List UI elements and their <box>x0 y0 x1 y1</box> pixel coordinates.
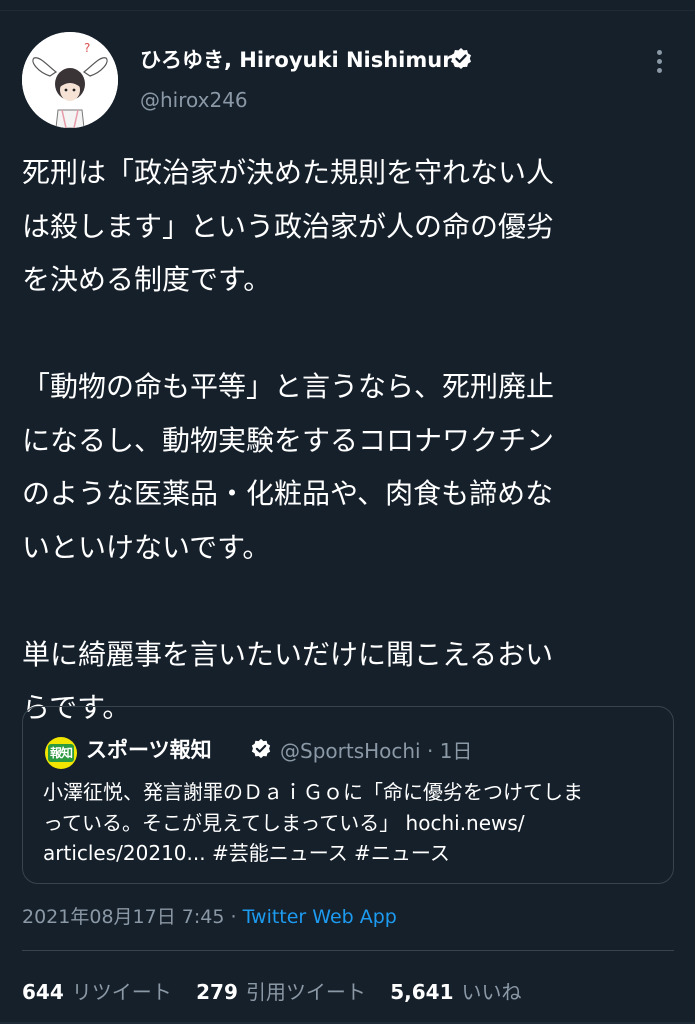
quoted-tweet-text: 小澤征悦、発言謝罪のＤａｉＧｏに「命に優劣をつけてしま っている。そこが見えてし… <box>43 777 663 869</box>
tweet-line: になるし、動物実験をするコロナワクチン <box>22 423 555 457</box>
tweet-line <box>22 574 672 628</box>
quote-tweets-count: 279 <box>196 980 238 1004</box>
likes-label: いいね <box>461 980 522 1004</box>
top-divider <box>0 10 695 11</box>
quote-tweets-label: 引用ツイート <box>245 980 366 1004</box>
tweet-text: 死刑は「政治家が決めた規則を守れない人 は殺します」という政治家が人の命の優劣 … <box>22 146 672 735</box>
more-dot-icon <box>657 59 662 64</box>
quoted-verified-badge-icon <box>251 738 271 759</box>
source-app-link[interactable]: Twitter Web App <box>243 906 397 928</box>
author-name[interactable]: ひろゆき, Hiroyuki Nishimura <box>140 44 467 74</box>
more-dot-icon <box>657 68 662 73</box>
tweet-line: 単に綺麗事を言いたいだけに聞こえるおい <box>22 637 554 671</box>
stats-divider <box>22 950 674 951</box>
tweet-timestamp[interactable]: 2021年08月17日 7:45 <box>22 906 224 928</box>
likes-count: 5,641 <box>390 980 454 1004</box>
tweet-timestamp-row: 2021年08月17日 7:45 · Twitter Web App <box>22 902 397 929</box>
author-handle[interactable]: @hirox246 <box>140 88 248 112</box>
quoted-separator: · <box>426 739 434 763</box>
more-dot-icon <box>657 50 662 55</box>
tweet-line: 死刑は「政治家が決めた規則を守れない人 <box>22 156 555 189</box>
likes-stat[interactable]: 5,641 いいね <box>390 976 521 1005</box>
tweet-detail: ? ひろゆき, Hiroyuki Nishimura @hirox246 死刑は… <box>0 0 695 1024</box>
retweets-count: 644 <box>22 980 64 1004</box>
tweet-line: 「動物の命も平等」と言うなら、死刑廃止 <box>22 370 555 403</box>
avatar-illustration: ? <box>22 32 118 128</box>
quoted-author-avatar[interactable]: 報知 <box>45 737 77 769</box>
quoted-avatar-logo: 報知 <box>48 744 74 762</box>
quoted-author-handle[interactable]: @SportsHochi <box>280 739 421 763</box>
retweets-label: リツイート <box>71 980 172 1004</box>
quoted-tweet-card[interactable]: 報知 スポーツ報知 @SportsHochi · 1日 小澤征悦、発言謝罪のＤａ… <box>22 706 674 884</box>
tweet-line: は殺します」という政治家が人の命の優劣 <box>22 209 555 243</box>
quoted-meta: @SportsHochi · 1日 <box>280 735 472 764</box>
verified-badge-icon <box>451 48 471 69</box>
quoted-line: 小澤征悦、発言謝罪のＤａｉＧｏに「命に優劣をつけてしま <box>43 780 583 804</box>
quote-tweets-stat[interactable]: 279 引用ツイート <box>196 976 366 1005</box>
timestamp-separator: · <box>230 906 237 928</box>
svg-text:?: ? <box>84 41 90 55</box>
quoted-author-name[interactable]: スポーツ報知 <box>86 734 212 764</box>
quoted-time[interactable]: 1日 <box>440 739 473 763</box>
engagement-stats: 644 リツイート 279 引用ツイート 5,641 いいね <box>22 976 539 1005</box>
retweets-stat[interactable]: 644 リツイート <box>22 976 172 1005</box>
tweet-line: を決める制度です。 <box>22 263 272 296</box>
tweet-line <box>22 307 672 361</box>
quoted-line: っている。そこが見えてしまっている」 hochi.news/ <box>43 810 525 835</box>
tweet-line: のような医薬品・化粧品や、肉食も諦めな <box>22 477 554 510</box>
tweet-line: いといけないです。 <box>22 530 271 564</box>
author-avatar[interactable]: ? <box>22 32 118 128</box>
more-options-button[interactable] <box>650 46 670 76</box>
quoted-line: articles/20210... #芸能ニュース #ニュース <box>43 841 450 865</box>
